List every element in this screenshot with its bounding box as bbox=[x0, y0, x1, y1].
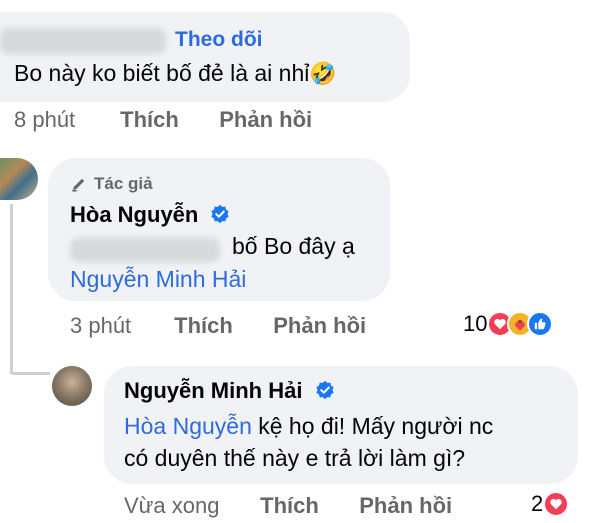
comment-text: bố Bo đây ạ bbox=[232, 233, 355, 259]
mention-link[interactable]: Nguyễn Minh Hải bbox=[70, 266, 246, 293]
verified-badge-icon bbox=[315, 380, 334, 400]
reaction-count: 10 bbox=[463, 311, 488, 336]
thread-line-curve bbox=[10, 372, 50, 375]
comment-text: Hòa Nguyễn kệ họ đi! Mấy người nc có duy… bbox=[124, 410, 493, 474]
comment-author: Nguyễn Minh Hải bbox=[124, 378, 335, 404]
like-button[interactable]: Thích bbox=[260, 493, 353, 519]
comment-author: Hòa Nguyễn bbox=[70, 202, 230, 228]
author-name[interactable]: Nguyễn Minh Hải bbox=[124, 378, 302, 403]
reply-button[interactable]: Phản hồi bbox=[273, 313, 366, 339]
comment-text-body: Bo này ko biết bố đẻ là ai nhỉ bbox=[14, 60, 310, 86]
comment-bubble: Theo dõi Bo này ko biết bố đẻ là ai nhỉ🤣 bbox=[0, 12, 410, 102]
reaction-count: 2 bbox=[531, 491, 544, 516]
author-name[interactable]: Hòa Nguyễn bbox=[70, 202, 198, 227]
comment-meta: 3 phút Thích Phản hồi bbox=[70, 313, 366, 339]
comment-text-line2: có duyên thế này e trả lời làm gì? bbox=[124, 445, 466, 471]
pen-icon bbox=[72, 178, 85, 192]
follow-link[interactable]: Theo dõi bbox=[175, 28, 263, 52]
author-badge: Tác giả bbox=[70, 174, 153, 194]
verified-badge-icon bbox=[211, 204, 230, 224]
comment-bubble: Nguyễn Minh Hải Hòa Nguyễn kệ họ đi! Mấy… bbox=[104, 366, 578, 484]
reply-button[interactable]: Phản hồi bbox=[219, 107, 312, 133]
comment-text-line1: kệ họ đi! Mấy người nc bbox=[258, 413, 494, 439]
author-badge-label: Tác giả bbox=[94, 174, 153, 193]
like-icon bbox=[527, 311, 554, 337]
timestamp[interactable]: 8 phút bbox=[14, 107, 114, 133]
avatar[interactable] bbox=[52, 366, 92, 406]
reply-button[interactable]: Phản hồi bbox=[359, 493, 452, 519]
love-icon bbox=[543, 491, 570, 517]
reaction-summary[interactable]: 2 bbox=[531, 491, 570, 517]
comment-text: Bo này ko biết bố đẻ là ai nhỉ🤣 bbox=[14, 60, 337, 87]
comment-meta: 8 phút Thích Phản hồi bbox=[14, 107, 312, 133]
thread-line bbox=[10, 204, 13, 374]
blurred-tagged-name bbox=[70, 238, 220, 262]
comment-bubble: Tác giả Hòa Nguyễn bố Bo đây ạ Nguyễn Mi… bbox=[48, 158, 390, 301]
avatar[interactable] bbox=[0, 158, 38, 200]
mention-link[interactable]: Hòa Nguyễn bbox=[124, 413, 252, 439]
comment-meta: Vừa xong Thích Phản hồi bbox=[124, 493, 452, 519]
like-button[interactable]: Thích bbox=[120, 107, 213, 133]
rofl-emoji-icon: 🤣 bbox=[309, 61, 337, 86]
timestamp[interactable]: 3 phút bbox=[70, 313, 168, 339]
blurred-author-name bbox=[0, 28, 166, 54]
reaction-summary[interactable]: 10 bbox=[463, 311, 554, 337]
timestamp[interactable]: Vừa xong bbox=[124, 493, 254, 519]
like-button[interactable]: Thích bbox=[174, 313, 267, 339]
